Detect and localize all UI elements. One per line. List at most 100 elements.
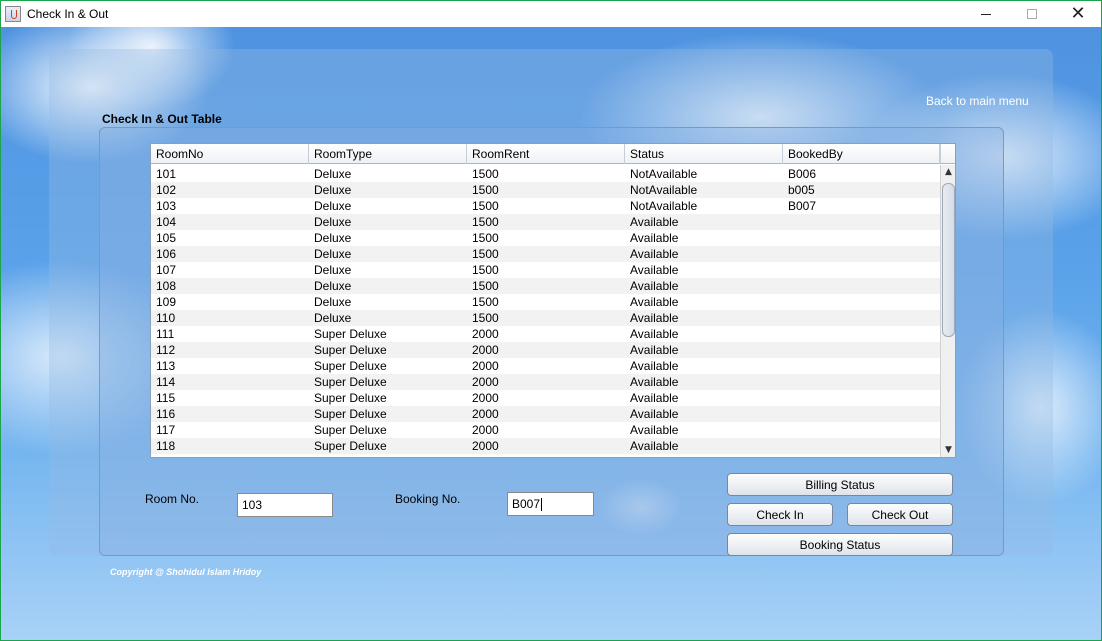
close-icon[interactable]: ✕ [1055,1,1101,27]
booking-no-field[interactable]: B007 [507,492,594,516]
table-cell: Deluxe [314,295,352,309]
table-row[interactable]: 118 Super Deluxe 2000 Available [151,438,940,454]
table-cell: 103 [156,199,177,213]
table-row[interactable]: 109 Deluxe 1500 Available [151,294,940,310]
table-cell: 116 [156,407,176,421]
table-cell: 118 [156,439,176,453]
table-cell: 109 [156,295,177,309]
table-cell: Deluxe [314,167,352,181]
table-cell [783,278,940,294]
table-cell [783,374,940,390]
table-cell: Deluxe [314,231,352,245]
table-cell: 1500 [472,247,499,261]
check-out-button[interactable]: Check Out [847,503,953,526]
table-cell: 2000 [472,375,499,389]
table-cell: 102 [156,183,177,197]
table-cell: 2000 [472,359,499,373]
table-cell [783,214,940,230]
table-row[interactable]: 117 Super Deluxe 2000 Available [151,422,940,438]
table-cell: b005 [788,183,815,197]
window-controls: ✕ [963,1,1101,27]
table-cell: Super Deluxe [314,359,387,373]
vertical-scrollbar[interactable]: ▲ ▼ [940,165,955,457]
check-in-button[interactable]: Check In [727,503,833,526]
table-cell: NotAvailable [630,183,698,197]
column-header[interactable]: Status [625,144,783,164]
table-cell: 1500 [472,295,499,309]
table-cell: Available [630,391,679,405]
table-header-corner [940,144,955,164]
table-cell [783,310,940,326]
room-no-field[interactable]: 103 [237,493,333,517]
table-cell: Available [630,311,679,325]
table-row[interactable]: 106 Deluxe 1500 Available [151,246,940,262]
table-cell: 108 [156,279,177,293]
arrow-up-icon[interactable]: ▲ [941,165,955,179]
table-cell: 1500 [472,183,499,197]
table-cell: Super Deluxe [314,439,387,453]
scrollbar-thumb[interactable] [942,183,955,337]
table-row[interactable]: 114 Super Deluxe 2000 Available [151,374,940,390]
table-row[interactable]: 108 Deluxe 1500 Available [151,278,940,294]
table-row[interactable]: 103 Deluxe 1500 NotAvailable B007 [151,198,940,214]
table-row[interactable]: 111 Super Deluxe 2000 Available [151,326,940,342]
column-header[interactable]: RoomNo [151,144,309,164]
table-cell: 2000 [472,439,499,453]
maximize-icon[interactable] [1009,1,1055,27]
table-cell: Deluxe [314,279,352,293]
table-cell: Available [630,439,679,453]
table-row[interactable]: 107 Deluxe 1500 Available [151,262,940,278]
table-cell: B006 [788,167,817,181]
table-row[interactable]: 115 Super Deluxe 2000 Available [151,390,940,406]
back-to-main-menu-link[interactable]: Back to main menu [926,94,1029,108]
room-no-value: 103 [242,498,263,512]
table-cell: Super Deluxe [314,375,387,389]
table-row[interactable]: 110 Deluxe 1500 Available [151,310,940,326]
column-header[interactable]: RoomType [309,144,467,164]
table-cell: 2000 [472,391,499,405]
table-cell: Deluxe [314,247,352,261]
minimize-icon[interactable] [963,1,1009,27]
table-cell: 115 [156,391,176,405]
column-header[interactable]: BookedBy [783,144,940,164]
window-title: Check In & Out [27,7,109,21]
table-cell [783,262,940,278]
table-cell: 1500 [472,263,499,277]
table-cell: 1500 [472,167,499,181]
column-header[interactable]: RoomRent [467,144,625,164]
table-row[interactable]: 112 Super Deluxe 2000 Available [151,342,940,358]
table-cell: 1500 [472,231,499,245]
arrow-down-icon[interactable]: ▼ [941,443,955,457]
table-row[interactable]: 105 Deluxe 1500 Available [151,230,940,246]
table-row[interactable]: 116 Super Deluxe 2000 Available [151,406,940,422]
table-cell: Available [630,359,679,373]
table-cell: NotAvailable [630,199,698,213]
table-cell: 2000 [472,343,499,357]
table-cell: Available [630,279,679,293]
booking-no-label: Booking No. [395,492,461,506]
table-cell [783,358,940,374]
table-row[interactable]: 101 Deluxe 1500 NotAvailable B006 [151,166,940,182]
check-in-out-table[interactable]: RoomNo RoomType RoomRent Status BookedBy 101… [150,143,956,458]
table-cell: B007 [788,199,817,213]
table-cell: Super Deluxe [314,327,387,341]
booking-no-value: B007 [512,497,541,511]
table-cell: 112 [156,343,176,357]
table-cell: Available [630,247,679,261]
table-cell: Available [630,215,679,229]
table-body: 101 Deluxe 1500 NotAvailable B006 102 Deluxe 15… [151,166,940,454]
table-cell: NotAvailable [630,167,698,181]
table-cell: 2000 [472,407,499,421]
billing-status-button[interactable]: Billing Status [727,473,953,496]
table-cell: 1500 [472,279,499,293]
table-row[interactable]: 113 Super Deluxe 2000 Available [151,358,940,374]
booking-status-button[interactable]: Booking Status [727,533,953,556]
table-cell: 111 [156,327,175,341]
table-cell: Super Deluxe [314,423,387,437]
title-bar: Check In & Out ✕ [1,1,1101,27]
table-row[interactable]: 104 Deluxe 1500 Available [151,214,940,230]
table-row[interactable]: 102 Deluxe 1500 NotAvailable b005 [151,182,940,198]
table-cell: 114 [156,375,176,389]
table-cell [783,246,940,262]
app-window: Check In & Out ✕ Back to main menu Check… [0,0,1102,641]
